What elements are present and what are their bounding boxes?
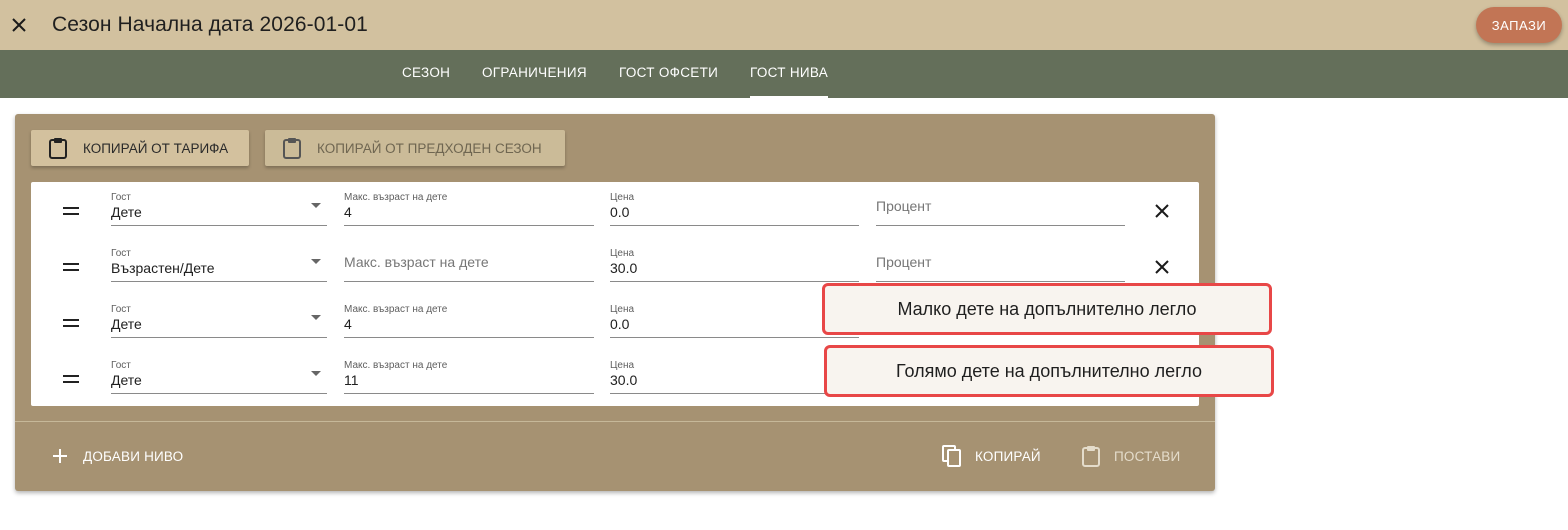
price-label: Цена — [610, 192, 635, 203]
chevron-down-icon — [311, 315, 321, 320]
max-age-value: 4 — [344, 316, 352, 332]
percent-field[interactable]: Процент — [876, 238, 1125, 282]
save-button[interactable]: ЗАПАЗИ — [1476, 7, 1562, 43]
max-age-field[interactable]: Макс. възраст на дете 4 — [344, 294, 594, 338]
price-label: Цена — [610, 248, 635, 259]
copy-from-previous-season-button[interactable]: КОПИРАЙ ОТ ПРЕДХОДЕН СЕЗОН — [265, 130, 565, 166]
copy-from-previous-season-label: КОПИРАЙ ОТ ПРЕДХОДЕН СЕЗОН — [317, 140, 542, 156]
dropdown-option-small-child-extra-bed[interactable]: Малко дете на допълнително легло — [822, 283, 1272, 335]
copy-from-tariff-label: КОПИРАЙ ОТ ТАРИФА — [83, 140, 229, 156]
close-icon[interactable] — [1151, 200, 1173, 222]
price-value: 30.0 — [610, 260, 638, 276]
price-field[interactable]: Цена 30.0 — [610, 238, 859, 282]
app-header: Сезон Начална дата 2026-01-01 ЗАПАЗИ — [0, 0, 1568, 50]
chevron-down-icon — [311, 259, 321, 264]
drag-handle-icon[interactable] — [63, 375, 79, 383]
guest-label: Гост — [111, 360, 131, 371]
tab-guest-levels[interactable]: ГОСТ НИВА — [750, 50, 829, 98]
chevron-down-icon — [311, 371, 321, 376]
add-level-label: ДОБАВИ НИВО — [83, 448, 184, 464]
max-age-label: Макс. възраст на дете — [344, 192, 448, 203]
max-age-placeholder: Макс. възраст на дете — [344, 254, 489, 270]
copy-button[interactable]: КОПИРАЙ — [941, 444, 1041, 468]
guest-select[interactable]: Гост Дете — [111, 182, 327, 226]
clipboard-icon — [281, 136, 303, 160]
clipboard-icon — [1080, 444, 1102, 468]
max-age-field[interactable]: Макс. възраст на дете 11 — [344, 350, 594, 394]
guest-label: Гост — [111, 304, 131, 315]
guest-select[interactable]: Гост Дете — [111, 294, 327, 338]
guest-select[interactable]: Гост Възрастен/Дете — [111, 238, 327, 282]
tab-bar: СЕЗОН ОГРАНИЧЕНИЯ ГОСТ ОФСЕТИ ГОСТ НИВА — [0, 50, 1568, 98]
price-value: 0.0 — [610, 316, 630, 332]
price-field[interactable]: Цена 30.0 — [610, 350, 859, 394]
copy-from-tariff-button[interactable]: КОПИРАЙ ОТ ТАРИФА — [31, 130, 249, 166]
add-level-button[interactable]: ДОБАВИ НИВО — [49, 444, 183, 468]
guest-value: Дете — [111, 204, 142, 220]
guest-value: Възрастен/Дете — [111, 260, 215, 276]
copy-icon — [941, 444, 963, 468]
max-age-label: Макс. възраст на дете — [344, 304, 448, 315]
guest-value: Дете — [111, 372, 142, 388]
percent-field[interactable]: Процент — [876, 182, 1125, 226]
guest-value: Дете — [111, 316, 142, 332]
tab-restrictions[interactable]: ОГРАНИЧЕНИЯ — [482, 50, 587, 98]
percent-placeholder: Процент — [876, 198, 932, 214]
page-title: Сезон Начална дата 2026-01-01 — [52, 13, 368, 36]
guest-label: Гост — [111, 248, 131, 259]
max-age-field[interactable]: Макс. възраст на дете 4 — [344, 182, 594, 226]
price-field[interactable]: Цена 0.0 — [610, 182, 859, 226]
clipboard-icon — [47, 136, 69, 160]
percent-placeholder: Процент — [876, 254, 932, 270]
dropdown-option-big-child-extra-bed[interactable]: Голямо дете на допълнително легло — [824, 345, 1274, 397]
tab-guest-offsets[interactable]: ГОСТ ОФСЕТИ — [619, 50, 718, 98]
price-label: Цена — [610, 360, 635, 371]
price-label: Цена — [610, 304, 635, 315]
price-value: 30.0 — [610, 372, 638, 388]
max-age-label: Макс. възраст на дете — [344, 360, 448, 371]
close-icon[interactable] — [6, 12, 32, 38]
drag-handle-icon[interactable] — [63, 207, 79, 215]
paste-label: ПОСТАВИ — [1114, 448, 1181, 464]
paste-button[interactable]: ПОСТАВИ — [1080, 444, 1180, 468]
tab-season[interactable]: СЕЗОН — [402, 50, 450, 98]
max-age-value: 4 — [344, 204, 352, 220]
chevron-down-icon — [311, 203, 321, 208]
close-icon[interactable] — [1151, 256, 1173, 278]
guest-label: Гост — [111, 192, 131, 203]
drag-handle-icon[interactable] — [63, 263, 79, 271]
plus-icon — [49, 444, 71, 468]
drag-handle-icon[interactable] — [63, 319, 79, 327]
guest-select[interactable]: Гост Дете — [111, 350, 327, 394]
list-item: Гост Дете Макс. възраст на дете 4 Цена 0… — [31, 182, 1199, 238]
price-value: 0.0 — [610, 204, 630, 220]
copy-label: КОПИРАЙ — [975, 448, 1041, 464]
max-age-field[interactable]: Макс. възраст на дете — [344, 238, 594, 282]
divider — [15, 421, 1215, 422]
max-age-value: 11 — [344, 372, 359, 388]
